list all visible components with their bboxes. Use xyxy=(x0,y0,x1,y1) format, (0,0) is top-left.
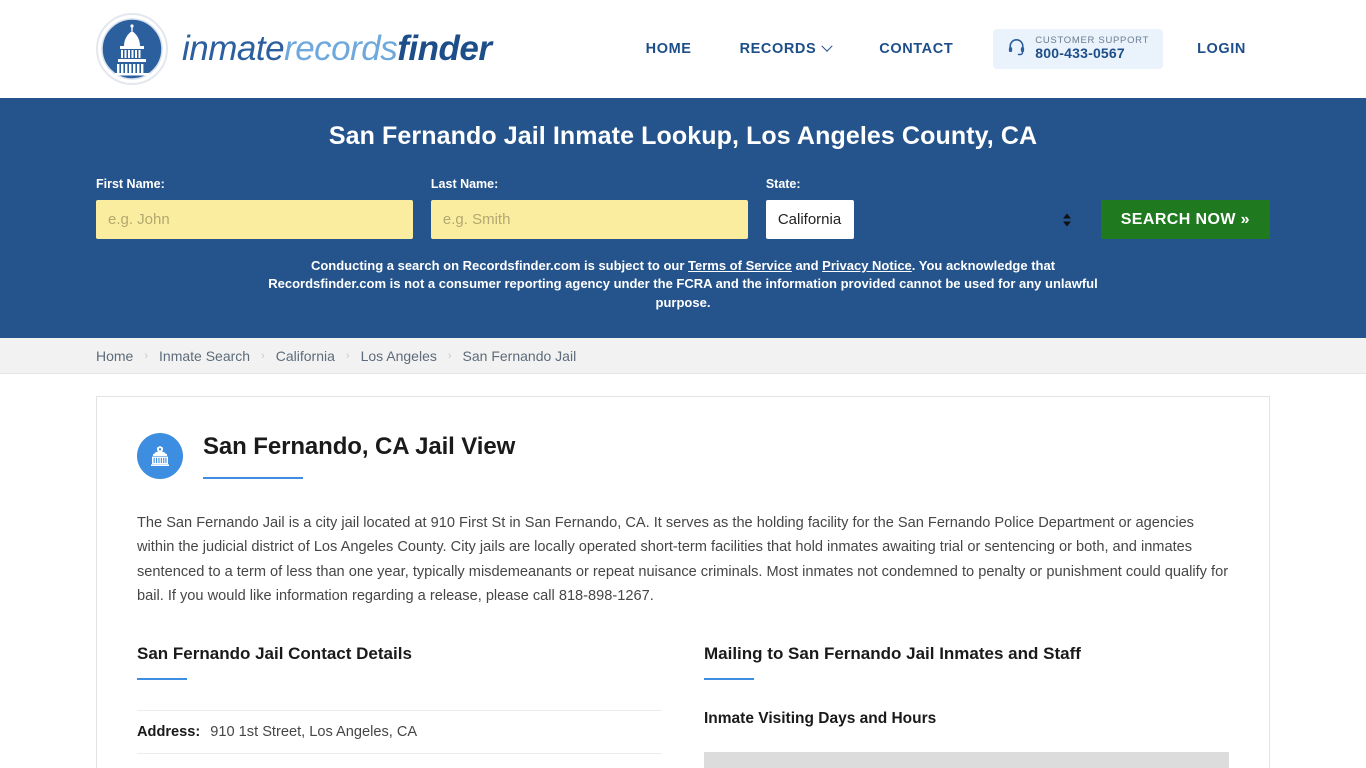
last-name-label: Last Name: xyxy=(430,177,499,191)
page-header-row: San Fernando, CA Jail View xyxy=(137,433,1229,480)
nav-contact[interactable]: CONTACT xyxy=(855,41,977,57)
visiting-hours-table-header xyxy=(705,752,1228,768)
disclaimer-part-1: Conducting a search on Recordsfinder.com… xyxy=(310,258,689,273)
main-content: San Fernando, CA Jail View The San Ferna… xyxy=(0,374,1366,768)
visiting-hours-table xyxy=(704,751,1229,768)
nav-records[interactable]: RECORDS xyxy=(716,40,856,57)
breadcrumb-separator: › xyxy=(144,349,149,362)
breadcrumb-separator: › xyxy=(261,349,265,362)
address-label: Address: xyxy=(137,723,201,740)
nav-records-label: RECORDS xyxy=(739,40,817,57)
headset-icon xyxy=(1007,37,1026,61)
address-value: 910 1st Street, Los Angeles, CA xyxy=(210,723,418,740)
nav-contact-label: CONTACT xyxy=(879,40,954,57)
breadcrumb-separator: › xyxy=(447,349,452,362)
state-select[interactable]: California xyxy=(765,200,854,239)
select-spinner-icon xyxy=(1062,213,1071,226)
nav-home[interactable]: HOME xyxy=(622,41,716,57)
page-title: San Fernando, CA Jail View xyxy=(203,433,516,461)
first-name-input[interactable] xyxy=(96,200,413,239)
jail-info-card: San Fernando, CA Jail View The San Ferna… xyxy=(96,396,1270,768)
brand-wordmark: inmaterecordsfinder xyxy=(182,29,492,69)
breadcrumb-item-inmate-search[interactable]: Inmate Search xyxy=(159,348,250,364)
mailing-heading-underline xyxy=(704,677,754,680)
terms-of-service-link[interactable]: Terms of Service xyxy=(688,258,792,273)
brand-logo[interactable]: inmaterecordsfinder xyxy=(96,13,492,85)
main-navigation: HOME RECORDS CONTACT CUSTOMER SUPPORT 80… xyxy=(622,28,1270,70)
breadcrumb-item-los-angeles[interactable]: Los Angeles xyxy=(361,348,437,364)
brand-word-part2: records xyxy=(284,29,398,68)
breadcrumb: Home › Inmate Search › California › Los … xyxy=(0,338,1366,375)
last-name-input[interactable] xyxy=(430,200,748,239)
breadcrumb-separator: › xyxy=(345,349,350,362)
nav-home-label: HOME xyxy=(645,40,692,57)
capitol-dome-icon xyxy=(96,13,168,85)
page-hero-title: San Fernando Jail Inmate Lookup, Los Ang… xyxy=(328,122,1038,150)
first-name-label: First Name: xyxy=(96,177,165,191)
mailing-heading: Mailing to San Fernando Jail Inmates and… xyxy=(704,643,1081,663)
contact-heading-underline xyxy=(137,677,187,680)
support-phone[interactable]: 800-433-0567 xyxy=(1035,46,1149,62)
chevron-down-icon xyxy=(821,40,833,52)
detail-columns: San Fernando Jail Contact Details Addres… xyxy=(137,644,1229,768)
breadcrumb-item-california[interactable]: California xyxy=(276,348,335,364)
last-name-field-group: Last Name: xyxy=(430,177,748,239)
state-label: State: xyxy=(765,177,801,191)
brand-word-part1: inmate xyxy=(182,29,285,68)
contact-details-heading: San Fernando Jail Contact Details xyxy=(137,643,412,663)
search-disclaimer: Conducting a search on Recordsfinder.com… xyxy=(263,257,1103,312)
customer-support-block[interactable]: CUSTOMER SUPPORT 800-433-0567 xyxy=(993,28,1164,70)
address-row: Address: 910 1st Street, Los Angeles, CA xyxy=(137,709,662,754)
inmate-search-form: First Name: Last Name: State: California… xyxy=(96,177,1270,239)
breadcrumb-item-home[interactable]: Home xyxy=(96,348,133,364)
visiting-hours-heading: Inmate Visiting Days and Hours xyxy=(704,709,937,727)
privacy-notice-link[interactable]: Privacy Notice xyxy=(822,258,912,273)
search-now-button[interactable]: SEARCH NOW » xyxy=(1100,200,1270,239)
nav-login-label: LOGIN xyxy=(1197,40,1246,57)
search-hero: San Fernando Jail Inmate Lookup, Los Ang… xyxy=(0,98,1366,339)
mailing-column: Mailing to San Fernando Jail Inmates and… xyxy=(704,644,1229,768)
first-name-field-group: First Name: xyxy=(96,177,413,239)
title-underline xyxy=(203,477,303,480)
nav-login[interactable]: LOGIN xyxy=(1173,41,1270,57)
jail-building-icon xyxy=(137,433,183,480)
contact-details-column: San Fernando Jail Contact Details Addres… xyxy=(137,644,662,768)
breadcrumb-item-current: San Fernando Jail xyxy=(462,347,577,364)
brand-word-part3: finder xyxy=(397,29,492,68)
jail-description: The San Fernando Jail is a city jail loc… xyxy=(137,515,1229,604)
disclaimer-part-2: and xyxy=(791,258,823,273)
site-header: inmaterecordsfinder HOME RECORDS CONTACT xyxy=(0,0,1366,98)
state-field-group: State: California xyxy=(765,177,1083,239)
